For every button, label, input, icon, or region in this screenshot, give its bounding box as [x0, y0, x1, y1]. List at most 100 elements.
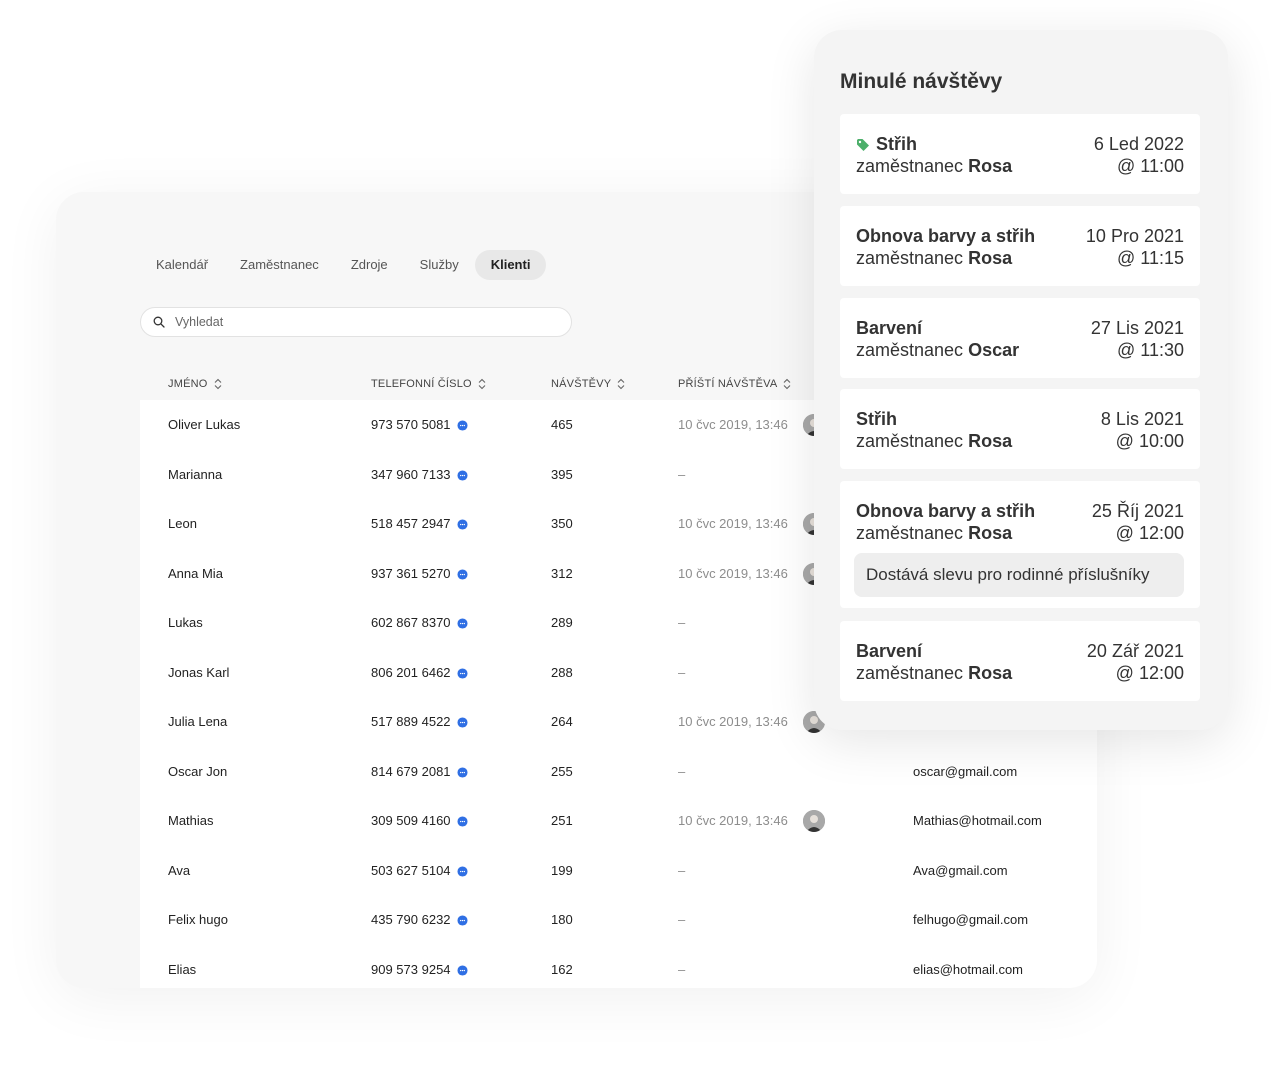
visit-staff-name: Rosa — [968, 248, 1013, 268]
visit-service-label: Střih — [856, 409, 898, 429]
client-visits: 199 — [551, 862, 573, 878]
visit-staff-name: Rosa — [968, 523, 1013, 543]
client-name: Oliver Lukas — [168, 417, 241, 432]
client-next-visit: 10 čvc 2019, 13:46 — [678, 417, 788, 432]
visit-staff-prefix: zaměstnanec — [856, 663, 964, 683]
client-name: Jonas Karl — [168, 664, 230, 680]
sort-icon — [783, 378, 791, 390]
tab-clients[interactable]: Klienti — [474, 250, 547, 280]
client-next-visit: – — [678, 615, 686, 630]
client-visits: 350 — [551, 516, 573, 531]
visit-service-label: Barvení — [856, 641, 923, 661]
chat-icon[interactable] — [456, 568, 468, 580]
client-phone: 937 361 5270 — [371, 566, 468, 581]
tab-calendar[interactable]: Kalendář — [140, 250, 224, 280]
search-box[interactable] — [140, 307, 572, 337]
visit-card[interactable]: Střih zaměstnanec Rosa 6 Led 2022 @ 11:00 — [840, 114, 1200, 194]
client-email: Mathias@hotmail.com — [913, 813, 1042, 828]
visit-card[interactable]: Střih zaměstnanec Rosa 8 Lis 2021 @ 10:00 — [840, 389, 1200, 469]
search-input[interactable] — [173, 314, 557, 330]
client-phone-number: 806 201 6462 — [371, 664, 451, 680]
chat-icon[interactable] — [456, 815, 468, 827]
column-header-next-visit[interactable]: PŘÍŠTÍ NÁVŠTĚVA — [678, 378, 791, 390]
visit-service-label: Střih — [876, 134, 918, 154]
chat-icon[interactable] — [456, 914, 468, 926]
visit-card[interactable]: Barvení zaměstnanec Rosa 20 Zář 2021 @ 12:0… — [840, 621, 1200, 701]
chat-icon[interactable] — [456, 766, 468, 778]
table-row[interactable]: Oscar Jon 814 679 2081 255 – oscar@gmail.com — [140, 747, 1097, 797]
chat-icon[interactable] — [456, 964, 468, 976]
table-row[interactable]: Mathias 309 509 4160 251 10 čvc 2019, 13:46… — [140, 796, 1097, 846]
client-visits: 312 — [551, 565, 573, 581]
visit-date: 6 Led 2022 — [1093, 134, 1184, 154]
visit-time: @ 11:30 — [1117, 340, 1184, 360]
client-phone-number: 973 570 5081 — [371, 417, 451, 432]
chat-icon[interactable] — [456, 865, 468, 877]
client-phone: 435 790 6232 — [371, 912, 468, 927]
visit-date: 20 Zář 2021 — [1086, 641, 1184, 661]
client-name: Oscar Jon — [168, 763, 228, 779]
tab-resources[interactable]: Zdroje — [335, 250, 404, 280]
visit-staff-name: Rosa — [968, 431, 1013, 451]
client-phone-number: 503 627 5104 — [371, 862, 451, 878]
client-name: Lukas — [168, 615, 203, 630]
client-phone-number: 602 867 8370 — [371, 615, 451, 630]
client-phone-number: 435 790 6232 — [371, 912, 451, 927]
column-header-visits[interactable]: NÁVŠTĚVY — [551, 378, 625, 390]
visit-service: Střih — [856, 409, 897, 430]
client-next-visit: 10 čvc 2019, 13:46 — [678, 813, 788, 828]
client-phone: 909 573 9254 — [371, 962, 468, 977]
chat-icon[interactable] — [456, 667, 468, 679]
client-next-visit: – — [678, 961, 686, 977]
tab-services[interactable]: Služby — [404, 250, 475, 280]
chat-icon[interactable] — [456, 716, 468, 728]
client-visits: 251 — [551, 813, 573, 828]
panel-title: Minulé návštěvy — [840, 70, 1003, 93]
visit-staff-prefix: zaměstnanec — [856, 523, 964, 543]
visit-time: @ 10:00 — [1115, 431, 1184, 451]
chat-icon[interactable] — [456, 469, 468, 481]
visit-staff: zaměstnanec Oscar — [856, 340, 1019, 361]
visit-card[interactable]: Obnova barvy a střih zaměstnanec Rosa 10 P… — [840, 206, 1200, 286]
client-name: Leon — [168, 516, 197, 531]
visit-card[interactable]: Obnova barvy a střih zaměstnanec Rosa 25 Ř… — [840, 481, 1200, 608]
table-row[interactable]: Felix hugo 435 790 6232 180 – felhugo@gmail.… — [140, 895, 1097, 945]
visit-staff: zaměstnanec Rosa — [856, 663, 1012, 684]
client-phone: 814 679 2081 — [371, 764, 468, 779]
client-phone-number: 517 889 4522 — [371, 714, 451, 729]
client-visits: 289 — [551, 615, 573, 630]
tab-staff[interactable]: Zaměstnanec — [224, 250, 335, 280]
client-next-visit: 10 čvc 2019, 13:46 — [678, 516, 788, 531]
visit-date: 25 Říj 2021 — [1091, 501, 1184, 521]
visit-staff-prefix: zaměstnanec — [856, 340, 964, 360]
client-visits: 288 — [551, 664, 573, 680]
client-phone: 517 889 4522 — [371, 714, 468, 729]
client-email: Ava@gmail.com — [913, 862, 1008, 878]
column-header-phone-label: TELEFONNÍ ČÍSLO — [371, 378, 472, 390]
visit-time: @ 12:00 — [1115, 663, 1184, 683]
chat-icon[interactable] — [456, 419, 468, 431]
visit-staff: zaměstnanec Rosa — [856, 156, 1012, 177]
client-visits: 162 — [551, 961, 573, 977]
client-name: Marianna — [168, 466, 223, 482]
client-name: Mathias — [168, 813, 214, 828]
client-phone: 973 570 5081 — [371, 417, 468, 432]
chat-icon[interactable] — [456, 518, 468, 530]
column-header-next-visit-label: PŘÍŠTÍ NÁVŠTĚVA — [678, 378, 778, 390]
sort-icon — [214, 378, 221, 390]
visit-card[interactable]: Barvení zaměstnanec Oscar 27 Lis 2021 @ 11:… — [840, 298, 1200, 378]
visit-staff: zaměstnanec Rosa — [856, 523, 1012, 544]
client-phone: 806 201 6462 — [371, 665, 468, 680]
column-header-name-label: JMÉNO — [168, 378, 208, 390]
client-phone: 518 457 2947 — [371, 516, 468, 531]
client-phone-number: 937 361 5270 — [371, 565, 451, 581]
column-header-phone[interactable]: TELEFONNÍ ČÍSLO — [371, 378, 486, 390]
visit-service: Barvení — [856, 318, 922, 339]
visit-service: Obnova barvy a střih — [856, 501, 1035, 522]
column-header-name[interactable]: JMÉNO — [168, 378, 222, 390]
table-row[interactable]: Ava 503 627 5104 199 – Ava@gmail.com — [140, 846, 1097, 896]
visit-service-label: Obnova barvy a střih — [856, 226, 1036, 246]
chat-icon[interactable] — [456, 617, 468, 629]
table-row[interactable]: Elias 909 573 9254 162 – elias@hotmail.com — [140, 945, 1097, 989]
column-header-visits-label: NÁVŠTĚVY — [551, 378, 612, 390]
